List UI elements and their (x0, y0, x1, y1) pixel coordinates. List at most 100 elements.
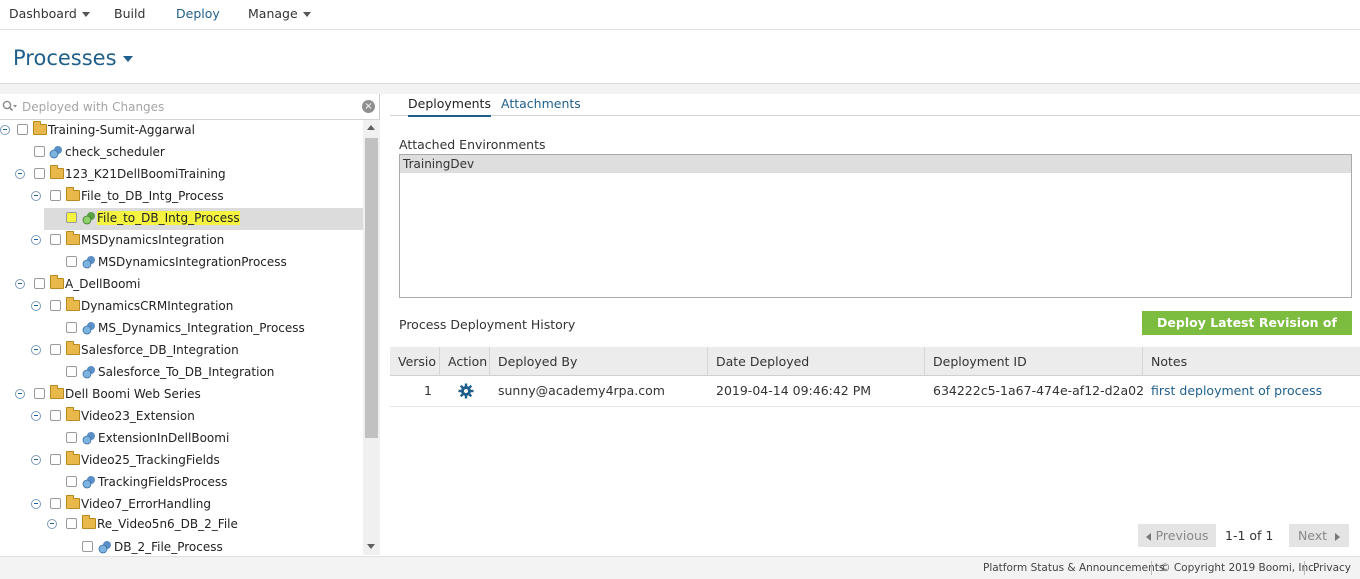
tree-item[interactable]: DB_2_File_Process (0, 537, 363, 555)
collapse-icon[interactable] (15, 389, 25, 399)
tree-item[interactable]: Video25_TrackingFields (0, 450, 363, 472)
collapse-icon[interactable] (31, 191, 41, 201)
tree-item-label: Video7_ErrorHandling (81, 497, 211, 511)
next-button[interactable]: Next (1289, 524, 1349, 547)
collapse-icon[interactable] (31, 411, 41, 421)
scroll-up-icon[interactable] (367, 125, 375, 130)
tree-item[interactable]: Salesforce_To_DB_Integration (0, 362, 363, 384)
tree-scrollbar[interactable] (363, 120, 380, 555)
tree-item[interactable]: MS_Dynamics_Integration_Process (0, 318, 363, 340)
tree-item[interactable]: TrackingFieldsProcess (0, 472, 363, 494)
collapse-icon[interactable] (31, 301, 41, 311)
tree-checkbox[interactable] (82, 541, 93, 552)
tree-item[interactable]: A_DellBoomi (0, 274, 363, 296)
tree-checkbox[interactable] (17, 124, 28, 135)
tree-item[interactable]: Re_Video5n6_DB_2_File (0, 514, 363, 536)
footer-divider (1304, 561, 1305, 575)
tree-checkbox[interactable] (66, 212, 77, 223)
tree-item[interactable]: File_to_DB_Intg_Process (0, 186, 363, 208)
tree-checkbox[interactable] (50, 410, 61, 421)
privacy-link[interactable]: Privacy (1313, 562, 1351, 574)
notes-link[interactable]: first deployment of process (1143, 376, 1360, 406)
footer-divider (1151, 561, 1152, 575)
folder-icon (66, 407, 80, 421)
collapse-icon[interactable] (31, 455, 41, 465)
process-icon (82, 476, 95, 489)
nav-deploy[interactable]: Deploy (176, 6, 220, 21)
tab-deployments[interactable]: Deployments (408, 96, 491, 117)
tree-checkbox[interactable] (50, 300, 61, 311)
date-deployed-cell: 2019-04-14 09:46:42 PM (716, 383, 872, 398)
clear-icon[interactable]: × (362, 100, 375, 113)
collapse-icon[interactable] (0, 125, 10, 135)
table-row[interactable]: 1 sunny@academy4rpa.com 2019-04-14 09:46… (390, 376, 1360, 407)
search-input[interactable] (22, 98, 352, 116)
tree-checkbox[interactable] (66, 476, 77, 487)
collapse-icon[interactable] (47, 519, 57, 529)
tree-item[interactable]: ExtensionInDellBoomi (0, 428, 363, 450)
tree-checkbox[interactable] (66, 366, 77, 377)
platform-status-link[interactable]: Platform Status & Announcements (983, 562, 1164, 574)
collapse-icon[interactable] (31, 499, 41, 509)
collapse-icon[interactable] (15, 169, 25, 179)
scroll-down-icon[interactable] (367, 544, 375, 549)
collapse-icon[interactable] (31, 235, 41, 245)
nav-manage[interactable]: Manage (248, 6, 311, 21)
gear-icon[interactable] (458, 383, 474, 399)
tree-checkbox[interactable] (50, 234, 61, 245)
tree-checkbox[interactable] (66, 322, 77, 333)
tree-checkbox[interactable] (66, 432, 77, 443)
tree-checkbox[interactable] (50, 454, 61, 465)
collapse-icon[interactable] (15, 279, 25, 289)
tree-item[interactable]: MSDynamicsIntegrationProcess (0, 252, 363, 274)
tree-item[interactable]: Training-Sumit-Aggarwal (0, 120, 363, 142)
column-header[interactable]: Date Deployed (708, 347, 925, 376)
tree-checkbox[interactable] (50, 190, 61, 201)
environments-list[interactable]: TrainingDev (399, 154, 1352, 298)
column-header[interactable]: Versio (390, 347, 440, 376)
tree-checkbox[interactable] (66, 256, 77, 267)
tree-checkbox[interactable] (66, 518, 77, 529)
folder-icon (50, 385, 64, 399)
tree-item-selected[interactable]: File_to_DB_Intg_Process (0, 208, 363, 230)
folder-icon (66, 341, 80, 355)
tree-item[interactable]: Video7_ErrorHandling (0, 494, 363, 516)
nav-build[interactable]: Build (114, 6, 145, 21)
tree-checkbox[interactable] (50, 344, 61, 355)
process-tree: Training-Sumit-Aggarwal check_scheduler … (0, 120, 363, 555)
tree-checkbox[interactable] (34, 146, 45, 157)
tree-checkbox[interactable] (34, 168, 45, 179)
column-header[interactable]: Action (440, 347, 490, 376)
previous-button[interactable]: Previous (1138, 524, 1216, 547)
tree-checkbox[interactable] (34, 278, 45, 289)
version-cell: 1 (424, 383, 432, 398)
tab-attachments[interactable]: Attachments (501, 96, 581, 115)
tree-item[interactable]: Dell Boomi Web Series (0, 384, 363, 406)
tree-checkbox[interactable] (50, 498, 61, 509)
column-header[interactable]: Deployed By (490, 347, 708, 376)
tree-item-label: File_to_DB_Intg_Process (81, 189, 224, 203)
tree-item[interactable]: 123_K21DellBoomiTraining (0, 164, 363, 186)
chevron-down-icon (122, 56, 133, 62)
page-title-dropdown[interactable]: Processes (13, 46, 133, 70)
search-icon[interactable] (2, 100, 18, 114)
page-header: Processes (0, 31, 1360, 84)
deployment-history-label: Process Deployment History (399, 317, 576, 332)
tree-item[interactable]: MSDynamicsIntegration (0, 230, 363, 252)
column-header[interactable]: Deployment ID (925, 347, 1143, 376)
tree-item[interactable]: check_scheduler (0, 142, 363, 164)
tree-item-label: 123_K21DellBoomiTraining (65, 167, 226, 181)
deploy-latest-button[interactable]: Deploy Latest Revision of Process (1142, 311, 1352, 354)
nav-dashboard[interactable]: Dashboard (9, 6, 90, 21)
scroll-thumb[interactable] (365, 138, 378, 438)
chevron-down-icon (302, 12, 311, 17)
tree-checkbox[interactable] (34, 388, 45, 399)
tree-item-label: File_to_DB_Intg_Process (97, 211, 240, 225)
tree-item[interactable]: DynamicsCRMIntegration (0, 296, 363, 318)
tree-item[interactable]: Salesforce_DB_Integration (0, 340, 363, 362)
environment-item[interactable]: TrainingDev (400, 155, 1351, 173)
tree-item[interactable]: Video23_Extension (0, 406, 363, 428)
deployment-id-cell: 634222c5-1a67-474e-af12-d2a025f5a9 (933, 383, 1143, 398)
column-header[interactable]: Notes (1143, 347, 1360, 376)
collapse-icon[interactable] (31, 345, 41, 355)
